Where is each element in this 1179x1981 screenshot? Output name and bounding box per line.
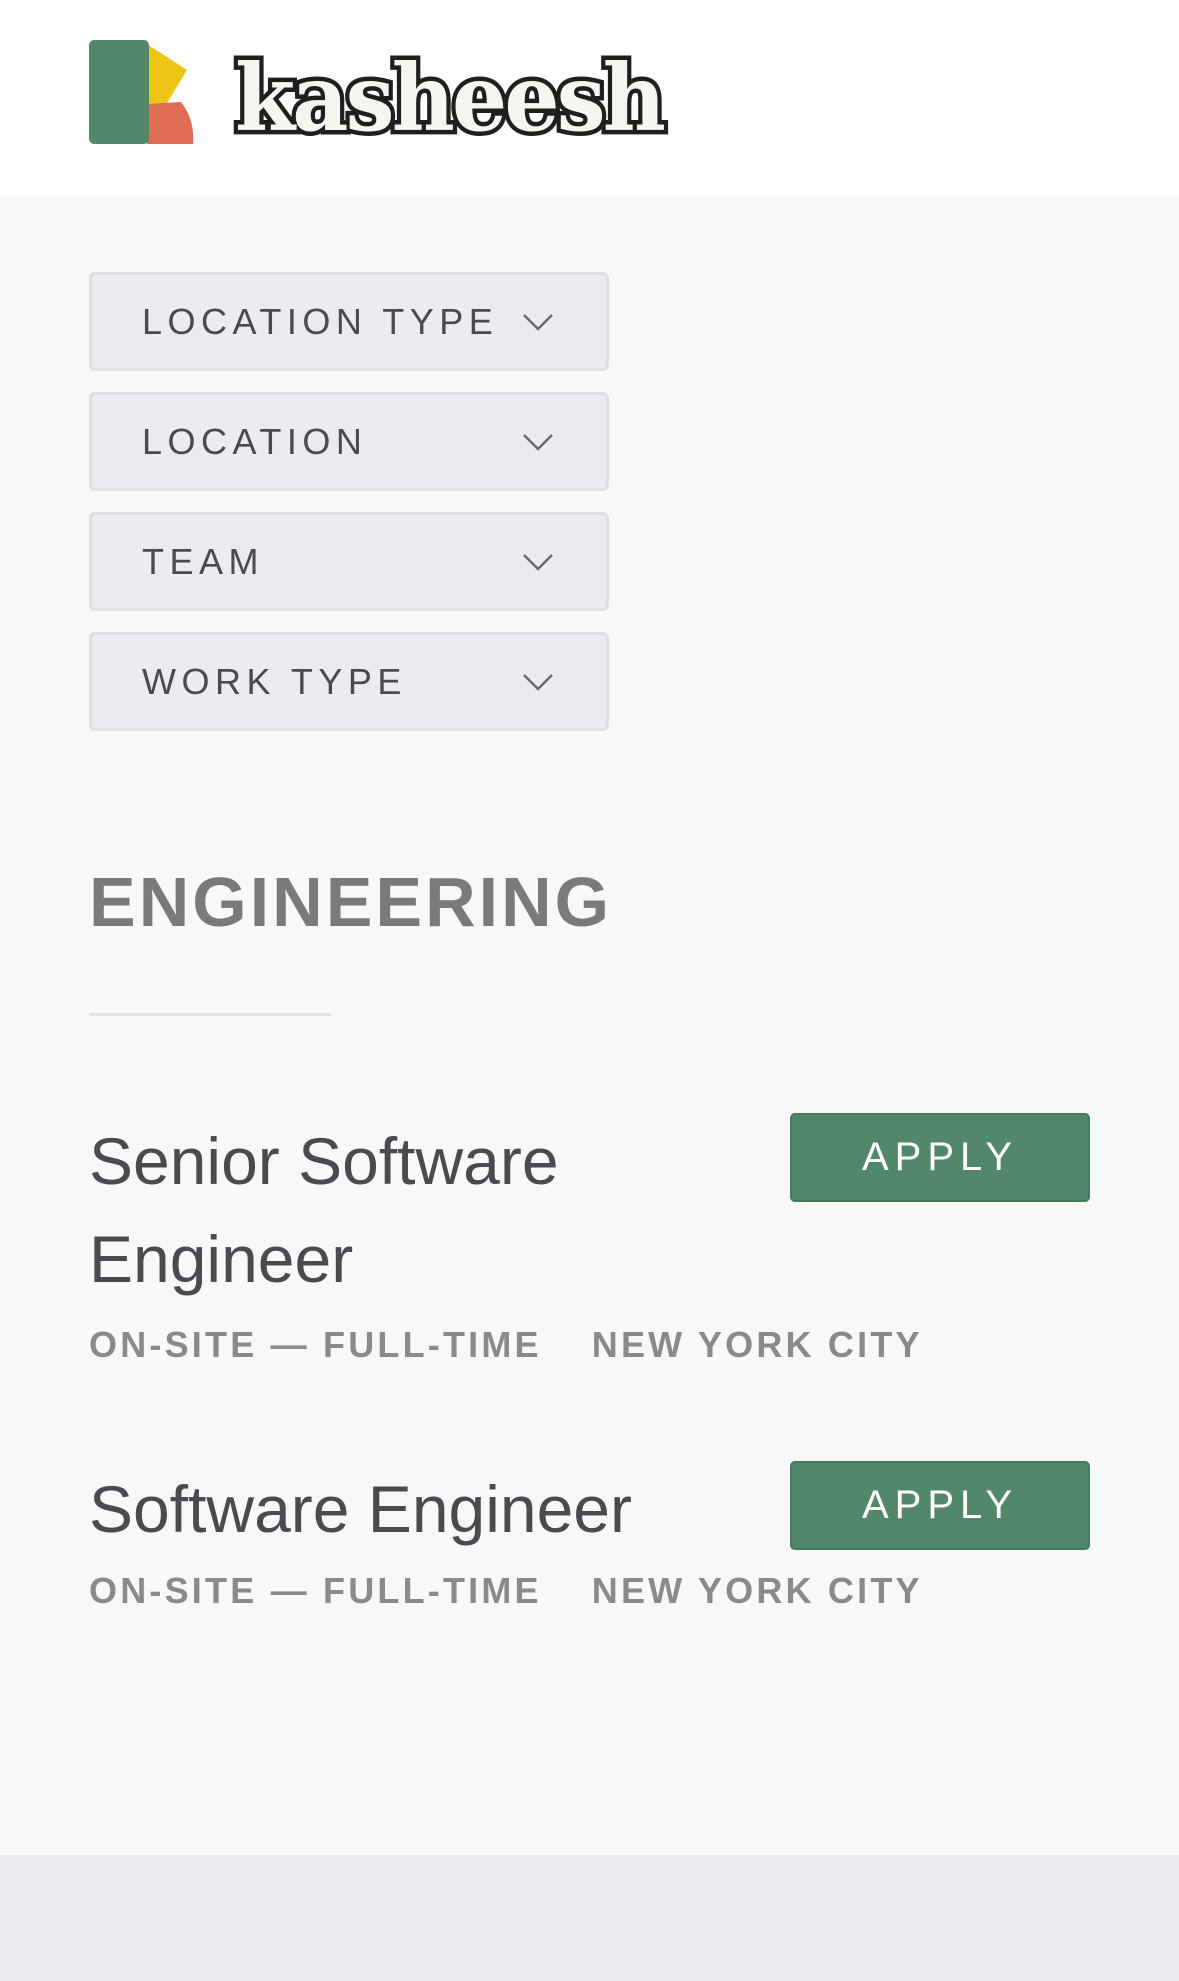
team-heading: ENGINEERING xyxy=(89,863,613,941)
kasheesh-logo-link[interactable]: kasheesh xyxy=(89,38,672,157)
filter-bar: LOCATION TYPE LOCATION TEAM WORK TYPE xyxy=(89,272,609,752)
chevron-down-icon xyxy=(523,313,553,331)
posting-location: NEW YORK CITY xyxy=(591,1324,923,1365)
filter-location-type[interactable]: LOCATION TYPE xyxy=(89,272,609,371)
chevron-down-icon xyxy=(523,433,553,451)
posting-meta: ON-SITE — FULL-TIME NEW YORK CITY xyxy=(89,1324,1090,1366)
filter-label: LOCATION TYPE xyxy=(142,300,499,342)
team-divider xyxy=(89,1013,331,1016)
posting-location: NEW YORK CITY xyxy=(591,1570,923,1611)
filter-label: LOCATION xyxy=(142,420,368,462)
filter-location[interactable]: LOCATION xyxy=(89,392,609,491)
posting-commitment: ON-SITE — FULL-TIME xyxy=(89,1570,542,1611)
apply-button[interactable]: APPLY xyxy=(790,1461,1090,1550)
wordmark-text: kasheesh xyxy=(235,44,664,152)
filter-label: TEAM xyxy=(142,540,265,582)
apply-button[interactable]: APPLY xyxy=(790,1113,1090,1202)
posting-title-link[interactable]: Senior Software Engineer xyxy=(89,1112,709,1308)
kasheesh-wordmark: kasheesh xyxy=(231,40,672,157)
site-footer xyxy=(0,1855,1179,1981)
job-posting: Senior Software Engineer ON-SITE — FULL-… xyxy=(89,1112,1090,1366)
posting-commitment: ON-SITE — FULL-TIME xyxy=(89,1324,542,1365)
filter-team[interactable]: TEAM xyxy=(89,512,609,611)
filter-label: WORK TYPE xyxy=(142,660,407,702)
chevron-down-icon xyxy=(523,673,553,691)
filter-work-type[interactable]: WORK TYPE xyxy=(89,632,609,731)
posting-title-link[interactable]: Software Engineer xyxy=(89,1460,709,1558)
kasheesh-logo-mark-icon xyxy=(89,40,194,144)
posting-meta: ON-SITE — FULL-TIME NEW YORK CITY xyxy=(89,1570,1090,1612)
chevron-down-icon xyxy=(523,553,553,571)
job-posting: Software Engineer ON-SITE — FULL-TIME NE… xyxy=(89,1460,1090,1612)
site-header: kasheesh xyxy=(0,0,1179,196)
